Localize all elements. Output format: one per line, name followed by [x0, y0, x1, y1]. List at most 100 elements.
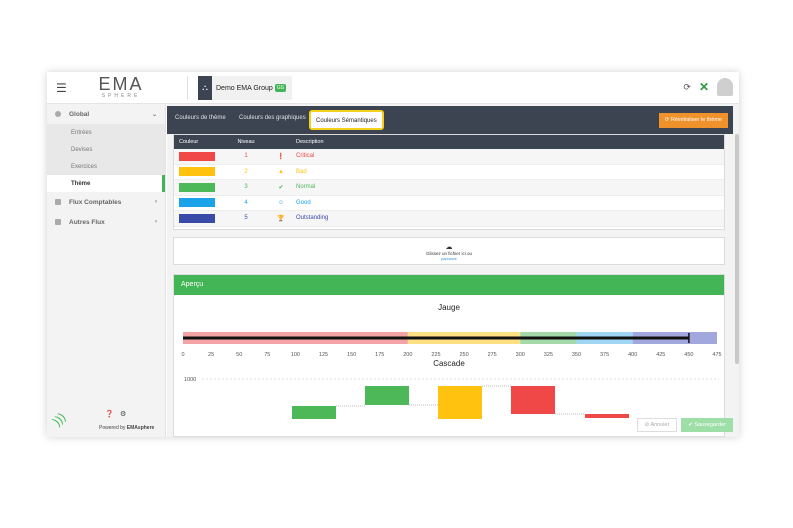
table-row[interactable]: 3 ✔ Normal [174, 180, 724, 196]
color-swatch[interactable] [179, 213, 215, 223]
gauge-tick-label: 200 [403, 352, 412, 358]
preview-panel: Aperçu Jauge Cascade 0 25 50 75 100 125 150 175… [173, 274, 725, 437]
powered-prefix: Powered by [99, 425, 126, 431]
gauge-tick-label: 400 [628, 352, 637, 358]
sidebar-item-theme[interactable]: Thème [47, 175, 165, 192]
gauge-tick-label: 300 [516, 352, 525, 358]
help-icon[interactable]: ❓ [105, 410, 114, 418]
powered-brand: EMAsphere [126, 425, 155, 431]
menu-icon[interactable]: ☰ [56, 81, 67, 95]
org-hierarchy-icon: ⛬ [198, 76, 212, 100]
refresh-icon[interactable]: ⟳ [683, 82, 691, 93]
sidebar-item-entrees[interactable]: Entrées [47, 124, 165, 141]
chevron-right-icon: › [155, 199, 157, 205]
ledger-icon [55, 199, 61, 205]
gauge-tick-label: 425 [656, 352, 665, 358]
settings-icon[interactable]: ⚙ [120, 410, 126, 418]
level-cell: 4 [244, 199, 248, 206]
sidebar-group-label: Autres Flux [69, 218, 105, 226]
browse-link[interactable]: parcourir [174, 256, 724, 261]
gauge-tick-label: 350 [572, 352, 581, 358]
powered-by: Powered by EMAsphere [99, 425, 154, 431]
color-swatch[interactable] [179, 151, 215, 161]
color-cell [174, 198, 222, 208]
level-cell: 1 [244, 153, 248, 160]
gauge-value-bar [183, 336, 689, 340]
sidebar-footer: ))) ❓ ⚙ Powered by EMAsphere [47, 404, 166, 434]
cascade-bar [511, 386, 555, 414]
cascade-bar [585, 414, 629, 418]
gauge-tick-label: 25 [208, 352, 214, 358]
col-header-level: Niveau [237, 139, 255, 145]
color-swatch[interactable] [179, 198, 215, 208]
tab-chart-colors[interactable]: Couleurs des graphiques [239, 115, 306, 121]
scrollbar[interactable] [735, 134, 739, 364]
sidebar-item-devises[interactable]: Devises [47, 141, 165, 158]
gauge-tick-label: 275 [488, 352, 497, 358]
check-icon: ✔ [278, 184, 284, 191]
error-icon: ❗ [277, 153, 285, 160]
table-row[interactable]: 1 ❗ Critical [174, 149, 724, 165]
gauge-tick-label: 50 [236, 352, 242, 358]
top-right-actions: ⟳ ✕ [683, 78, 733, 96]
description-cell: Good [296, 199, 311, 206]
gauge-tick-label: 250 [459, 352, 468, 358]
color-cell [174, 167, 222, 177]
gauge-tick-label: 75 [264, 352, 270, 358]
reset-theme-button[interactable]: ⟳ Réinitialiser le thème [658, 113, 728, 128]
level-cell: 2 [244, 168, 248, 175]
tab-bar: Couleurs de thème Couleurs des graphique… [167, 106, 733, 134]
sidebar-group-autres-flux[interactable]: Autres Flux › [47, 212, 165, 232]
save-label: Sauvegarder [694, 422, 726, 428]
chevron-right-icon: › [155, 219, 157, 225]
globe-icon [55, 111, 61, 117]
tools-icon[interactable]: ✕ [699, 80, 709, 94]
table-row[interactable]: 4 ☺ Good [174, 196, 724, 211]
cascade-bar [438, 386, 482, 419]
gauge-tick-label: 150 [347, 352, 356, 358]
sidebar-group-global[interactable]: Global ⌄ [47, 104, 165, 124]
color-cell [174, 213, 222, 223]
org-selector[interactable]: ⛬ Demo EMA Group GS [198, 76, 293, 100]
gauge-tick-label: 175 [375, 352, 384, 358]
save-button[interactable]: ✔ Sauvegarder [681, 418, 733, 432]
divider [187, 76, 188, 100]
preview-charts: 0 25 50 75 100 125 150 175 200 225 250 275 300 325 350… [181, 332, 722, 419]
file-dropzone[interactable]: ☁ Glissez un fichier ici ou parcourir [173, 237, 725, 265]
warning-icon: ▲ [278, 168, 284, 175]
logo-main: EMA [98, 74, 144, 94]
tab-semantic-colors[interactable]: Couleurs Sémantiques [309, 110, 384, 130]
table-row[interactable]: 5 🏆 Outstanding [174, 211, 724, 227]
cascade-bar [292, 406, 336, 419]
gauge-tick-label: 125 [319, 352, 328, 358]
chevron-down-icon: ⌄ [151, 111, 157, 118]
gauge-tick-label: 475 [712, 352, 721, 358]
color-swatch[interactable] [179, 167, 215, 177]
app-window: ☰ EMA SPHERE ⛬ Demo EMA Group GS ⟳ ✕ Glo… [47, 72, 739, 437]
flux-icon [55, 219, 61, 225]
sidebar: Global ⌄ Entrées Devises Exercices Thème… [47, 104, 166, 437]
gauge-tick-label: 0 [181, 352, 184, 358]
app-logo[interactable]: EMA SPHERE [97, 75, 145, 99]
table-body: 1 ❗ Critical 2 ▲ Bad 3 ✔ Normal 4 ☺ Good 5 🏆 Outstandi… [174, 149, 724, 227]
org-badge: GS [274, 84, 287, 92]
cancel-button[interactable]: ⊘ Annuler [637, 418, 677, 432]
tab-theme-colors[interactable]: Couleurs de thème [175, 115, 226, 121]
cascade-y-tick-label: 1000 [184, 377, 196, 383]
color-cell [174, 151, 222, 161]
user-avatar[interactable] [717, 78, 733, 96]
sidebar-group-flux-comptables[interactable]: Flux Comptables › [47, 192, 165, 212]
sidebar-group-label: Global [69, 110, 90, 118]
gauge-tick-label: 100 [291, 352, 300, 358]
logo-sub: SPHERE [101, 93, 141, 99]
col-header-description: Description [296, 139, 324, 145]
table-row[interactable]: 2 ▲ Bad [174, 165, 724, 180]
gauge-tick-label: 375 [600, 352, 609, 358]
cloud-upload-icon: ☁ [445, 244, 453, 251]
color-swatch[interactable] [179, 182, 215, 192]
sidebar-item-exercices[interactable]: Exercices [47, 158, 165, 175]
description-cell: Outstanding [296, 215, 329, 222]
trophy-icon: 🏆 [277, 215, 285, 222]
signal-logo-icon: ))) [49, 409, 69, 429]
col-header-color: Couleur [179, 139, 199, 145]
